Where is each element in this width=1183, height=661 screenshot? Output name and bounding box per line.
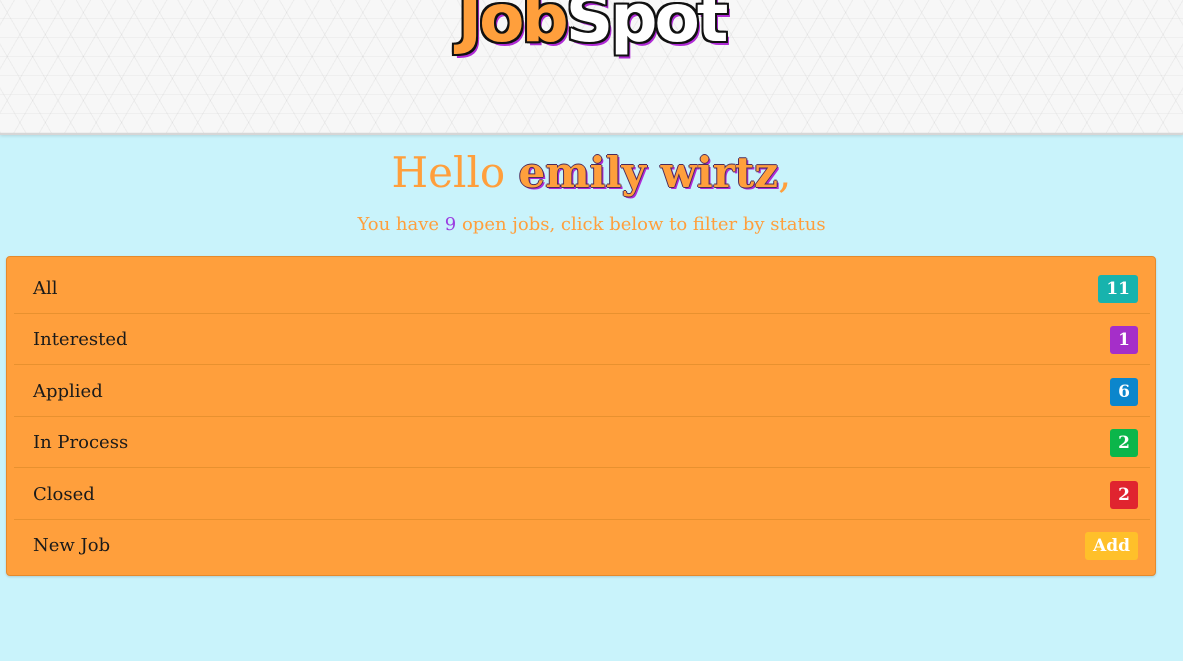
status-row-interested[interactable]: Interested 1 <box>14 314 1150 365</box>
status-label-closed: Closed <box>33 484 95 505</box>
logo-text-job: Job <box>457 0 569 57</box>
status-label-interested: Interested <box>33 329 128 350</box>
status-badge-closed: 2 <box>1110 481 1138 509</box>
status-row-in-process[interactable]: In Process 2 <box>14 417 1150 468</box>
open-jobs-subtitle: You have 9 open jobs, click below to fil… <box>0 213 1183 237</box>
status-filter-list: All 11 Interested 1 Applied 6 In Process… <box>6 256 1156 576</box>
status-label-all: All <box>33 278 58 299</box>
jobspot-logo[interactable]: JobSpot <box>0 0 1183 52</box>
greeting-comma: , <box>778 148 792 197</box>
status-row-all[interactable]: All 11 <box>14 263 1150 314</box>
new-job-row[interactable]: New Job Add <box>14 520 1150 571</box>
logo-text-spot: Spot <box>565 0 729 57</box>
open-jobs-count: 9 <box>444 214 457 235</box>
status-badge-interested: 1 <box>1110 326 1138 354</box>
greeting-heading: Hello emily wirtz, <box>0 148 1183 198</box>
status-badge-in-process: 2 <box>1110 429 1138 457</box>
status-label-in-process: In Process <box>33 432 129 453</box>
site-header: JobSpot <box>0 0 1183 135</box>
new-job-label: New Job <box>33 535 111 556</box>
status-row-applied[interactable]: Applied 6 <box>14 366 1150 417</box>
status-row-closed[interactable]: Closed 2 <box>14 469 1150 520</box>
add-job-button[interactable]: Add <box>1085 532 1138 560</box>
status-badge-all: 11 <box>1098 275 1138 303</box>
subtitle-prefix: You have <box>357 214 445 235</box>
greeting-hello: Hello <box>391 148 519 197</box>
status-label-applied: Applied <box>33 381 103 402</box>
subtitle-suffix: open jobs, click below to filter by stat… <box>456 214 826 235</box>
status-badge-applied: 6 <box>1110 378 1138 406</box>
user-name: emily wirtz <box>518 148 779 197</box>
